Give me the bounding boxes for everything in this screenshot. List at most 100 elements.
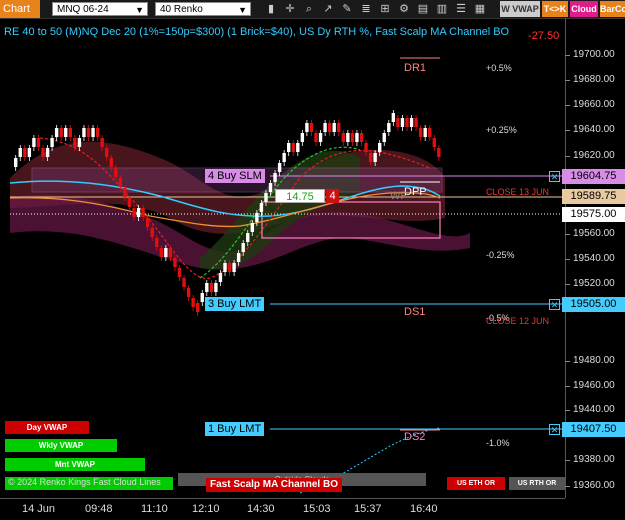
- price-tick-mark: [565, 460, 570, 461]
- indicators-icon[interactable]: ⊞: [378, 2, 392, 16]
- price-tick: 19700.00: [573, 49, 615, 60]
- renko-brick: [373, 153, 377, 162]
- bar-type-select[interactable]: 40 Renko ▼: [155, 2, 251, 16]
- renko-brick: [86, 128, 91, 137]
- buy-lmt3-order[interactable]: 3 Buy LMT: [205, 297, 265, 311]
- renko-brick: [64, 128, 68, 137]
- renko-brick: [18, 148, 22, 157]
- renko-brick: [432, 138, 436, 147]
- renko-brick: [177, 268, 182, 277]
- renko-brick: [14, 158, 18, 167]
- price-tick-mark: [565, 105, 570, 106]
- cloud-button[interactable]: Cloud: [570, 1, 598, 17]
- renko-brick: [246, 233, 250, 242]
- renko-brick: [414, 118, 418, 127]
- close-icon[interactable]: ✕: [549, 171, 560, 182]
- renko-brick: [141, 208, 145, 217]
- renko-brick: [382, 133, 386, 142]
- price-badge-lmt1: 19407.50: [562, 422, 625, 437]
- renko-brick: [132, 208, 136, 217]
- price-tick: 19660.00: [573, 99, 615, 110]
- time-tick: 15:03: [303, 503, 331, 515]
- renko-brick: [305, 123, 309, 132]
- price-tick-mark: [565, 80, 570, 81]
- renko-brick: [100, 138, 104, 147]
- fast-scalp-button[interactable]: Fast Scalp MA Channel BO: [206, 478, 342, 492]
- price-tick: 19380.00: [573, 454, 615, 465]
- time-tick: 11:10: [141, 503, 168, 515]
- renko-brick: [236, 253, 241, 262]
- chart-tab[interactable]: Chart: [0, 0, 40, 18]
- renko-brick: [77, 138, 82, 147]
- copyright-text: © 2024 Renko Kings Fast Cloud Lines: [8, 477, 161, 487]
- renko-brick: [337, 123, 341, 132]
- renko-brick: [155, 238, 159, 247]
- renko-brick: [227, 263, 232, 272]
- renko-brick: [405, 118, 409, 127]
- renko-brick: [268, 183, 273, 192]
- fib-icon[interactable]: ≣: [359, 2, 373, 16]
- renko-brick: [341, 133, 345, 142]
- price-tick: 19680.00: [573, 74, 615, 85]
- zoom-icon[interactable]: ⌕: [302, 2, 316, 16]
- renko-brick: [255, 213, 259, 222]
- renko-brick: [287, 143, 291, 152]
- renko-brick: [182, 278, 186, 287]
- renko-brick: [387, 123, 391, 132]
- price-tick: 19360.00: [573, 480, 615, 491]
- wvwap-button[interactable]: W VWAP: [500, 1, 540, 17]
- renko-brick: [23, 148, 27, 157]
- renko-brick: [54, 128, 59, 137]
- price-tick-mark: [565, 234, 570, 235]
- properties-icon[interactable]: ▥: [435, 2, 449, 16]
- price-tick: 19460.00: [573, 380, 615, 391]
- renko-brick: [82, 128, 86, 137]
- renko-brick: [186, 288, 191, 297]
- close-icon[interactable]: ✕: [549, 424, 560, 435]
- renko-brick: [355, 133, 359, 142]
- ds2-label: DS2: [404, 431, 426, 443]
- bar-chart-icon[interactable]: ▮: [264, 2, 278, 16]
- renko-brick: [409, 118, 414, 127]
- close-icon[interactable]: ✕: [549, 299, 560, 310]
- instrument-select[interactable]: MNQ 06-24 ▼: [52, 2, 148, 16]
- us-eth-or-button[interactable]: US ETH OR: [447, 477, 505, 490]
- price-tick: 19440.00: [573, 404, 615, 415]
- buy-slm-order[interactable]: 4 Buy SLM: [205, 169, 265, 183]
- price-tick: 19540.00: [573, 253, 615, 264]
- buy-lmt1-order[interactable]: 1 Buy LMT: [205, 422, 265, 436]
- bar-type-value: 40 Renko: [160, 4, 203, 15]
- renko-brick: [214, 283, 218, 292]
- barcolor-button[interactable]: BarCo: [600, 1, 625, 17]
- day-vwap-button[interactable]: Day VWAP: [5, 421, 89, 434]
- renko-brick: [291, 143, 295, 152]
- renko-brick: [396, 118, 400, 127]
- pct-plus-025: +0.25%: [486, 125, 517, 135]
- position-qty[interactable]: 4: [326, 189, 339, 203]
- strategy-icon[interactable]: ⚙: [397, 2, 411, 16]
- renko-brick: [232, 263, 236, 272]
- renko-brick: [32, 138, 36, 147]
- template-icon[interactable]: ▤: [416, 2, 430, 16]
- renko-brick: [318, 133, 323, 142]
- renko-brick: [168, 248, 173, 257]
- chevron-down-icon: ▼: [238, 5, 247, 15]
- renko-brick: [159, 248, 163, 257]
- price-tick-mark: [565, 55, 570, 56]
- renko-brick: [200, 293, 204, 302]
- list-icon[interactable]: ☰: [454, 2, 468, 16]
- tk-button[interactable]: T<>K: [542, 1, 568, 17]
- crosshair-icon[interactable]: ✛: [283, 2, 297, 16]
- wkly-vwap-button[interactable]: Wkly VWAP: [5, 439, 117, 452]
- renko-brick: [91, 128, 95, 137]
- renko-brick: [209, 283, 214, 292]
- grid-icon[interactable]: ▦: [473, 2, 487, 16]
- pencil-icon[interactable]: ✎: [340, 2, 354, 16]
- price-badge-lmt3: 19505.00: [562, 297, 625, 312]
- instrument-value: MNQ 06-24: [57, 4, 109, 15]
- draw-icon[interactable]: ↗: [321, 2, 335, 16]
- renko-brick: [127, 198, 132, 207]
- us-rth-or-button[interactable]: US RTH OR: [509, 477, 565, 490]
- mnt-vwap-button[interactable]: Mnt VWAP: [5, 458, 145, 471]
- price-tick-mark: [565, 361, 570, 362]
